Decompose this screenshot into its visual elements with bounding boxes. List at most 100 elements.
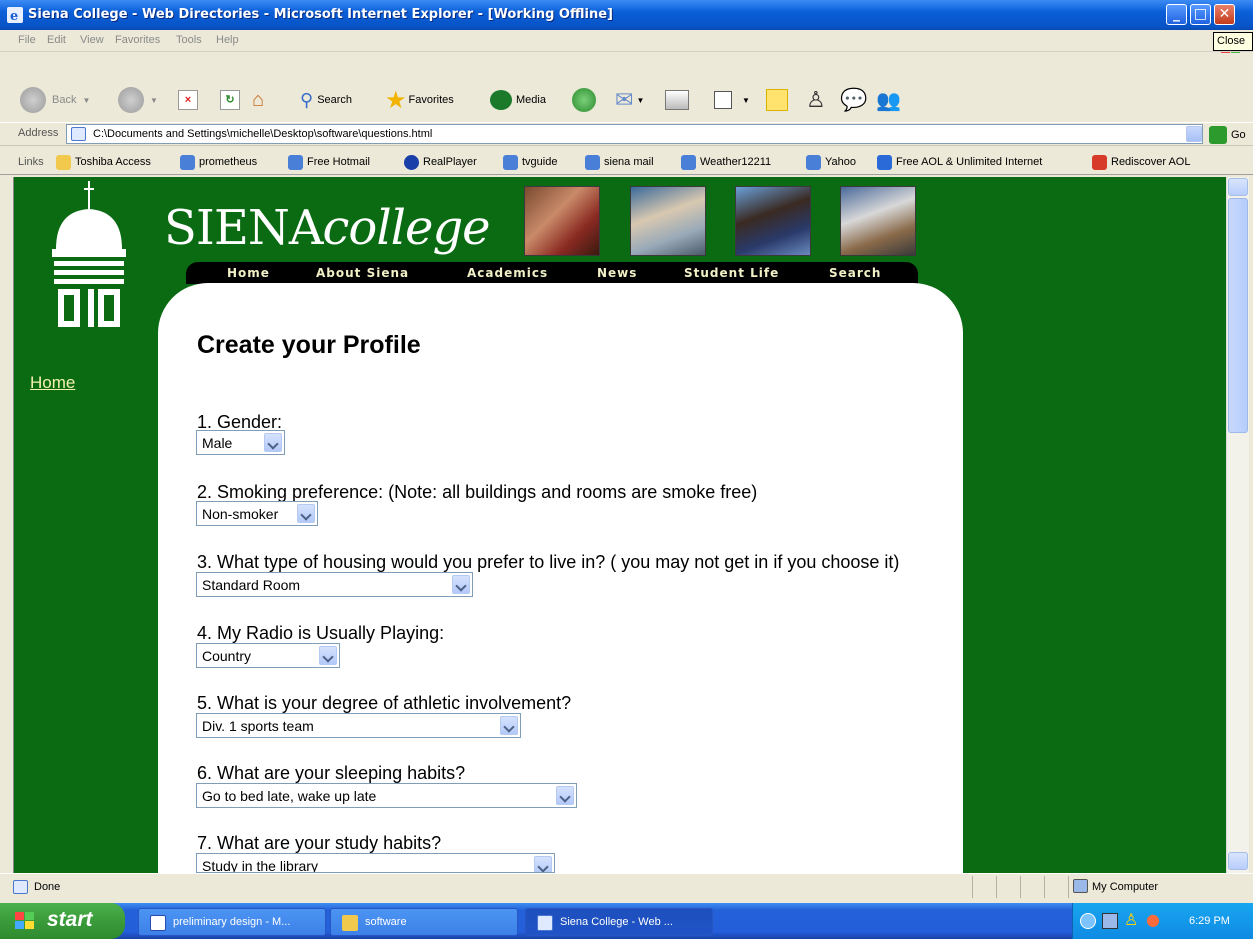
status-divider xyxy=(972,876,973,898)
link-yahoo[interactable]: Yahoo xyxy=(806,154,856,170)
smoking-select[interactable]: Non-smoker xyxy=(196,501,318,526)
maximize-icon: □ xyxy=(1193,6,1208,22)
discuss-button[interactable] xyxy=(766,86,788,114)
ie-page-icon xyxy=(585,154,600,170)
status-divider xyxy=(1044,876,1045,898)
favorites-button[interactable]: ★ Favorites xyxy=(385,86,454,114)
nav-academics[interactable]: Academics xyxy=(467,266,548,280)
status-bar xyxy=(0,873,1253,900)
page-icon xyxy=(71,127,86,141)
link-label: Weather12211 xyxy=(700,156,772,168)
forward-arrow-icon xyxy=(118,87,144,113)
link-rediscover-aol[interactable]: Rediscover AOL xyxy=(1092,154,1190,170)
status-divider xyxy=(1068,876,1069,898)
home-button[interactable]: ⌂ xyxy=(252,86,264,114)
question-radio-label: 4. My Radio is Usually Playing: xyxy=(197,623,445,643)
go-button[interactable]: Go xyxy=(1209,125,1246,145)
sleeping-select[interactable]: Go to bed late, wake up late xyxy=(196,783,577,808)
chevron-down-icon xyxy=(556,786,574,805)
tray-expand-icon[interactable] xyxy=(1080,913,1096,929)
content-left-edge xyxy=(0,177,14,873)
address-dropdown-button[interactable] xyxy=(1186,126,1202,142)
link-toshiba-access[interactable]: Toshiba Access xyxy=(56,154,151,170)
status-divider xyxy=(1020,876,1021,898)
gender-select[interactable]: Male xyxy=(196,430,285,455)
search-icon: ⚲ xyxy=(300,89,314,110)
maximize-button[interactable]: □ xyxy=(1190,4,1211,25)
nav-about-siena[interactable]: About Siena xyxy=(316,266,409,280)
menu-help[interactable]: Help xyxy=(216,34,239,46)
scroll-thumb[interactable] xyxy=(1228,198,1248,433)
menu-file[interactable]: File xyxy=(18,34,36,46)
nav-student-life[interactable]: Student Life xyxy=(684,266,779,280)
go-arrow-icon xyxy=(1209,126,1227,144)
link-tvguide[interactable]: tvguide xyxy=(503,154,557,170)
history-button[interactable] xyxy=(572,86,596,114)
ie-page-icon xyxy=(681,154,696,170)
link-label: Rediscover AOL xyxy=(1111,156,1191,168)
menu-favorites[interactable]: Favorites xyxy=(115,34,160,46)
print-icon xyxy=(665,90,689,110)
chevron-down-icon xyxy=(500,716,518,735)
folder-icon xyxy=(342,915,358,931)
edit-button[interactable]: ▼ xyxy=(714,86,750,114)
aim-runner-icon: ♙ xyxy=(806,87,826,112)
back-button[interactable]: Back ▼ xyxy=(20,86,90,114)
word-doc-icon xyxy=(150,915,166,931)
link-free-aol[interactable]: Free AOL & Unlimited Internet xyxy=(877,154,1042,170)
stop-button[interactable]: × xyxy=(178,86,198,114)
aol-icon xyxy=(877,154,892,170)
site-nav-bar xyxy=(186,262,918,284)
menu-view[interactable]: View xyxy=(80,34,104,46)
housing-select[interactable]: Standard Room xyxy=(196,572,473,597)
taskbar-item-ie[interactable]: Siena College - Web ... xyxy=(525,908,713,936)
ie-logo-icon: e xyxy=(7,7,23,23)
side-home-link[interactable]: Home xyxy=(30,373,75,393)
forward-button[interactable]: ▼ xyxy=(118,86,158,114)
print-button[interactable] xyxy=(665,86,689,114)
location-pin-icon[interactable]: ● xyxy=(1146,910,1160,929)
search-button[interactable]: ⚲ Search xyxy=(300,86,352,114)
radio-select[interactable]: Country xyxy=(196,643,340,668)
close-tooltip: Close xyxy=(1213,32,1253,51)
nav-search[interactable]: Search xyxy=(829,266,881,280)
media-icon xyxy=(490,90,512,110)
status-text: Done xyxy=(34,881,61,893)
link-weather[interactable]: Weather12211 xyxy=(681,154,771,170)
search-label: Search xyxy=(317,94,353,106)
word-edit-icon xyxy=(714,91,732,109)
refresh-button[interactable]: ↻ xyxy=(220,86,240,114)
address-input[interactable]: C:\Documents and Settings\michelle\Deskt… xyxy=(66,124,1203,144)
taskbar-item-word[interactable]: preliminary design - M... xyxy=(138,908,326,936)
aim-runner-icon[interactable]: ♙ xyxy=(1124,910,1138,929)
student-photo-1 xyxy=(524,186,600,256)
link-realplayer[interactable]: RealPlayer xyxy=(404,154,477,170)
research-button[interactable]: 💬 xyxy=(840,86,867,114)
links-label: Links xyxy=(18,156,44,168)
link-label: siena mail xyxy=(604,156,654,168)
menu-edit[interactable]: Edit xyxy=(47,34,66,46)
network-icon[interactable] xyxy=(1102,913,1118,929)
link-prometheus[interactable]: prometheus xyxy=(180,154,257,170)
chevron-down-icon xyxy=(534,856,552,872)
folder-icon xyxy=(56,154,71,170)
task-label: software xyxy=(365,916,407,928)
contacts-button[interactable]: 👥 xyxy=(876,86,901,114)
nav-news[interactable]: News xyxy=(597,266,637,280)
scroll-up-button[interactable] xyxy=(1228,178,1248,196)
mail-button[interactable]: ✉ ▼ xyxy=(615,86,644,114)
menu-tools[interactable]: Tools xyxy=(176,34,202,46)
people-icon: 👥 xyxy=(876,89,901,112)
messenger-button[interactable]: ♙ xyxy=(806,86,826,114)
link-siena-mail[interactable]: siena mail xyxy=(585,154,654,170)
scroll-down-button[interactable] xyxy=(1228,852,1248,870)
study-select[interactable]: Study in the library xyxy=(196,853,555,873)
media-button[interactable]: Media xyxy=(490,86,546,114)
link-free-hotmail[interactable]: Free Hotmail xyxy=(288,154,370,170)
close-button[interactable]: ✕ xyxy=(1214,4,1235,25)
taskbar-item-software[interactable]: software xyxy=(330,908,518,936)
minimize-button[interactable]: _ xyxy=(1166,4,1187,25)
link-label: Toshiba Access xyxy=(75,156,151,168)
nav-home[interactable]: Home xyxy=(227,266,270,280)
athletic-select[interactable]: Div. 1 sports team xyxy=(196,713,521,738)
